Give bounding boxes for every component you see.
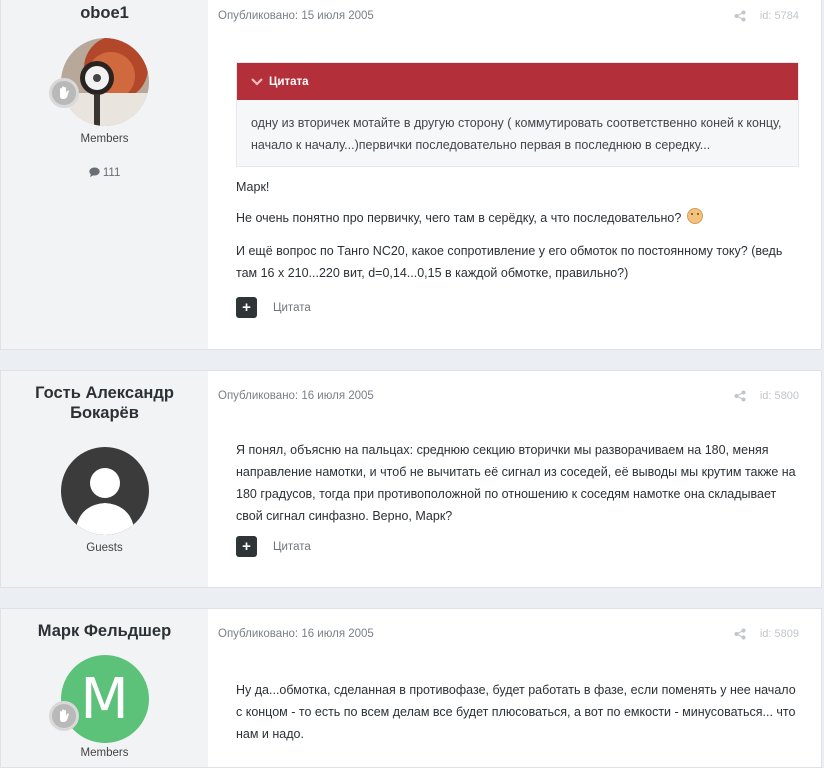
member-group: Guests [86, 542, 123, 554]
quote-text: одну из вторичек мотайте в другую сторон… [251, 116, 782, 152]
post-date[interactable]: Опубликовано: 15 июля 2005 [218, 10, 374, 22]
post-paragraph: И ещё вопрос по Танго NC20, какое сопрот… [236, 244, 783, 280]
avatar[interactable] [48, 38, 149, 126]
post-id[interactable]: id: 5800 [760, 390, 799, 402]
share-icon[interactable] [734, 10, 746, 22]
chevron-down-icon [251, 77, 263, 86]
post-actions: + Цитата [236, 297, 311, 318]
post-id[interactable]: id: 5809 [760, 628, 799, 640]
rank-hand-icon [48, 78, 79, 108]
avatar-letter: M [80, 666, 129, 732]
post-paragraph: Марк! [236, 180, 270, 194]
post-paragraph: Ну да...обмотка, сделанная в противофазе… [236, 683, 796, 741]
post-actions: + Цитата [236, 536, 311, 557]
post-count[interactable]: 111 [1, 167, 208, 179]
post-date[interactable]: Опубликовано: 16 июля 2005 [218, 390, 374, 402]
post-content: Опубликовано: 15 июля 2005 id: 5784 Цита… [208, 0, 821, 349]
post-paragraph: Я понял, объясню на пальцах: среднюю сек… [236, 443, 796, 523]
plus-icon[interactable]: + [236, 536, 257, 557]
share-icon[interactable] [734, 628, 746, 640]
post-5809: Марк Фельдшер M Members Опубликовано: 16… [0, 608, 822, 768]
post-content: Опубликовано: 16 июля 2005 id: 5800 Я по… [208, 371, 821, 587]
quote-button[interactable]: Цитата [273, 541, 311, 553]
comment-icon [88, 167, 100, 177]
post-paragraph: Не очень понятно про первичку, чего там … [236, 207, 799, 229]
confused-emoji-icon [686, 208, 703, 224]
post-5800: Гость Александр Бокарёв Guests Опубликов… [0, 370, 822, 588]
post-5784: oboe1 Members 111 Опубликовано: 15 июля … [0, 0, 822, 350]
quote-label: Цитата [269, 75, 309, 88]
post-id-area: id: 5809 [734, 628, 799, 640]
quote-button[interactable]: Цитата [273, 302, 311, 314]
author-panel: Гость Александр Бокарёв Guests [1, 371, 208, 587]
post-content: Опубликовано: 16 июля 2005 id: 5809 Ну д… [208, 609, 821, 767]
member-group: Members [80, 133, 129, 145]
author-name[interactable]: Марк Фельдшер [1, 621, 208, 641]
author-panel: Марк Фельдшер M Members [1, 609, 208, 767]
quote-header[interactable]: Цитата [237, 63, 798, 100]
member-group: Members [80, 747, 129, 759]
post-id[interactable]: id: 5784 [760, 10, 799, 22]
avatar[interactable]: M [48, 655, 149, 743]
post-date[interactable]: Опубликовано: 16 июля 2005 [218, 628, 374, 640]
author-name[interactable]: Гость Александр Бокарёв [1, 383, 208, 423]
plus-icon[interactable]: + [236, 297, 257, 318]
author-panel: oboe1 Members 111 [1, 0, 208, 349]
post-id-area: id: 5784 [734, 10, 799, 22]
rank-hand-icon [48, 701, 79, 731]
avatar[interactable] [60, 447, 149, 535]
quote-block: Цитата одну из вторичек мотайте в другую… [236, 62, 799, 167]
post-id-area: id: 5800 [734, 390, 799, 402]
share-icon[interactable] [734, 390, 746, 402]
author-name[interactable]: oboe1 [1, 3, 208, 23]
